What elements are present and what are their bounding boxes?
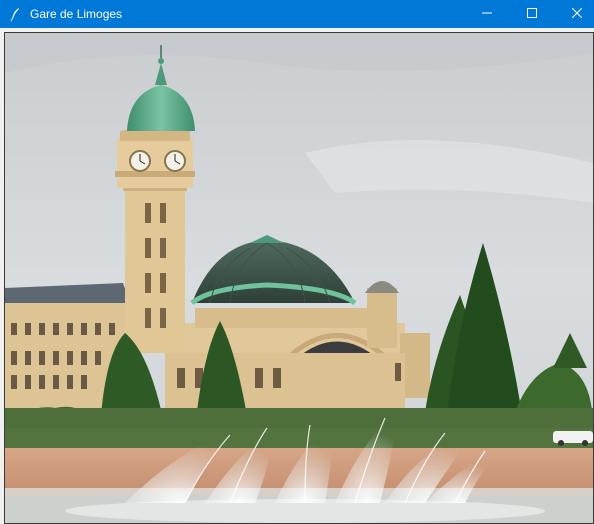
maximize-icon bbox=[526, 5, 537, 23]
feather-icon bbox=[8, 6, 24, 22]
app-window: Gare de Limoges bbox=[0, 0, 594, 524]
title-bar[interactable]: Gare de Limoges bbox=[0, 0, 594, 28]
window-content bbox=[0, 28, 594, 524]
image-canvas bbox=[4, 32, 594, 524]
minimize-icon bbox=[481, 5, 492, 23]
gare-de-limoges-photo bbox=[5, 33, 593, 523]
close-icon bbox=[571, 5, 582, 23]
maximize-button[interactable] bbox=[509, 0, 554, 28]
minimize-button[interactable] bbox=[464, 0, 509, 28]
close-button[interactable] bbox=[554, 0, 594, 28]
window-title: Gare de Limoges bbox=[30, 7, 123, 21]
